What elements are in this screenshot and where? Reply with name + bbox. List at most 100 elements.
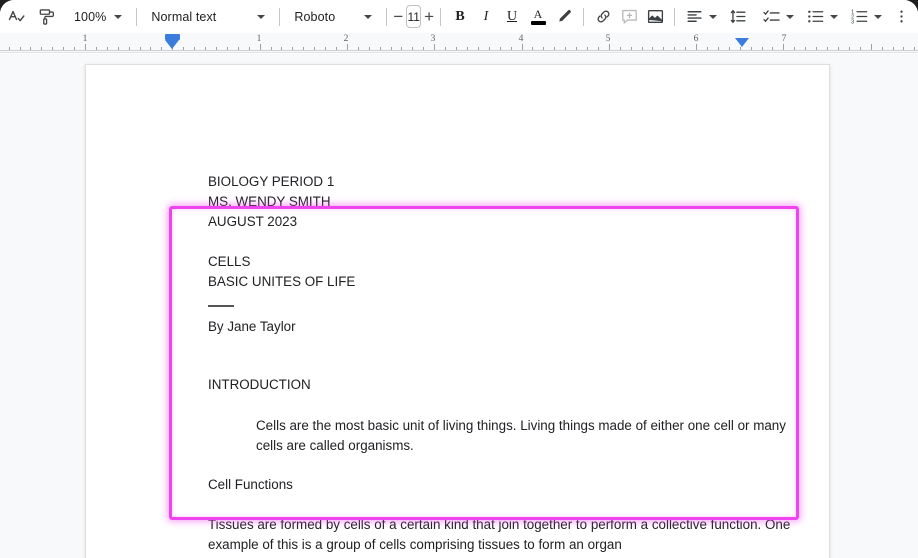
text-color-label: A [533, 7, 543, 22]
ruler-tick [467, 47, 468, 50]
chevron-down-icon [364, 14, 373, 19]
paragraph-style-select[interactable]: Normal text [143, 4, 273, 30]
spellcheck-icon[interactable] [4, 4, 30, 30]
ruler-tick [205, 47, 206, 50]
underline-button[interactable]: U [499, 4, 525, 30]
ruler-tick [96, 47, 97, 50]
text-color-button[interactable]: A [525, 4, 551, 30]
ruler-tick [118, 47, 119, 50]
paragraph-introduction: Cells are the most basic unit of living … [256, 417, 786, 453]
ruler-tick [751, 47, 752, 50]
line-author: By Jane Taylor [208, 318, 296, 334]
ruler-tick [445, 47, 446, 50]
numbered-list-icon[interactable]: 1 2 3 [846, 4, 872, 30]
toolbar-divider [440, 7, 441, 26]
ruler-tick [642, 47, 643, 50]
ruler-tick [631, 47, 632, 50]
ruler-tick [609, 44, 610, 50]
document-text-body[interactable]: BIOLOGY PERIOD 1 MS. WENDY SMITH AUGUST … [208, 172, 808, 555]
ruler-number: 5 [605, 34, 611, 44]
document-canvas[interactable]: BIOLOGY PERIOD 1 MS. WENDY SMITH AUGUST … [0, 54, 918, 558]
ruler-tick [129, 47, 130, 50]
right-indent-handle[interactable] [734, 38, 749, 47]
toolbar-divider [583, 7, 584, 26]
align-left-icon[interactable] [681, 4, 707, 30]
ruler-tick [9, 47, 10, 50]
ruler-tick [587, 47, 588, 50]
toolbar-divider [279, 7, 281, 26]
ruler-tick [325, 47, 326, 50]
ruler-tick [303, 47, 304, 50]
font-size-input[interactable]: 11 [406, 5, 422, 28]
ruler-tick [347, 44, 348, 50]
line-teacher: MS. WENDY SMITH [208, 194, 331, 210]
ruler-tick [271, 47, 272, 50]
toolbar: 100% Normal text Roboto − 11 + B I U A 1… [0, 0, 918, 33]
line-spacing-icon[interactable] [725, 4, 751, 30]
ruler-tick [412, 47, 413, 50]
left-indent-handle[interactable] [164, 40, 179, 49]
ruler-tick [543, 47, 544, 50]
ruler-tick [893, 47, 894, 50]
ruler-tick [140, 47, 141, 50]
heading-cell-functions: Cell Functions [208, 476, 293, 492]
ruler-tick [620, 47, 621, 50]
svg-text:3: 3 [851, 19, 854, 25]
ruler-tick [216, 47, 217, 50]
ruler-tick [336, 47, 337, 50]
ruler-number: 4 [518, 34, 524, 44]
font-family-select[interactable]: Roboto [286, 4, 380, 30]
checklist-icon[interactable] [758, 4, 784, 30]
increase-font-size-button[interactable]: + [424, 8, 434, 25]
bulleted-list-icon[interactable] [802, 4, 828, 30]
ruler-tick [762, 47, 763, 50]
ruler-tick [227, 47, 228, 50]
ruler-number: 3 [430, 34, 436, 44]
ruler-tick [740, 47, 741, 50]
ruler-tick [816, 47, 817, 50]
more-options-icon[interactable] [888, 4, 914, 30]
ruler-tick [260, 44, 261, 50]
ruler-tick [369, 47, 370, 50]
ruler-tick [871, 44, 872, 50]
ruler-tick [511, 47, 512, 50]
ruler-tick [41, 47, 42, 50]
italic-button[interactable]: I [473, 4, 499, 30]
ruler-tick [674, 47, 675, 50]
decrease-font-size-button[interactable]: − [393, 8, 403, 25]
bold-button[interactable]: B [447, 4, 473, 30]
ruler-tick [663, 47, 664, 50]
ruler[interactable]: 1 1 2 3 4 5 6 7 [0, 33, 918, 53]
font-family-value: Roboto [294, 9, 336, 24]
line-course: BIOLOGY PERIOD 1 [208, 174, 335, 189]
ruler-tick [772, 47, 773, 50]
ruler-tick [914, 47, 915, 50]
ruler-tick [805, 47, 806, 50]
ruler-tick [456, 47, 457, 50]
line-date: AUGUST 2023 [208, 214, 298, 230]
document-page[interactable]: BIOLOGY PERIOD 1 MS. WENDY SMITH AUGUST … [85, 64, 830, 558]
ruler-tick [183, 47, 184, 50]
line-subtitle: BASIC UNITES OF LIFE [208, 274, 356, 290]
ruler-baseline [0, 50, 918, 51]
ruler-tick [903, 47, 904, 50]
chevron-down-icon[interactable] [709, 14, 717, 19]
insert-link-icon[interactable] [590, 4, 616, 30]
zoom-level-select[interactable]: 100% [66, 4, 130, 30]
paint-format-icon[interactable] [34, 4, 60, 30]
ruler-tick [576, 47, 577, 50]
heading-introduction: INTRODUCTION [208, 376, 311, 392]
chevron-down-icon[interactable] [874, 14, 882, 19]
ruler-tick [401, 47, 402, 50]
toolbar-divider [136, 7, 138, 26]
ruler-tick [434, 44, 435, 50]
highlight-pen-icon[interactable] [551, 4, 577, 30]
chevron-down-icon[interactable] [830, 14, 838, 19]
text-color-swatch [530, 21, 546, 25]
ruler-tick [238, 47, 239, 50]
ruler-tick [423, 47, 424, 50]
insert-image-icon[interactable] [642, 4, 668, 30]
horizontal-rule [208, 304, 234, 307]
chevron-down-icon[interactable] [786, 14, 794, 19]
